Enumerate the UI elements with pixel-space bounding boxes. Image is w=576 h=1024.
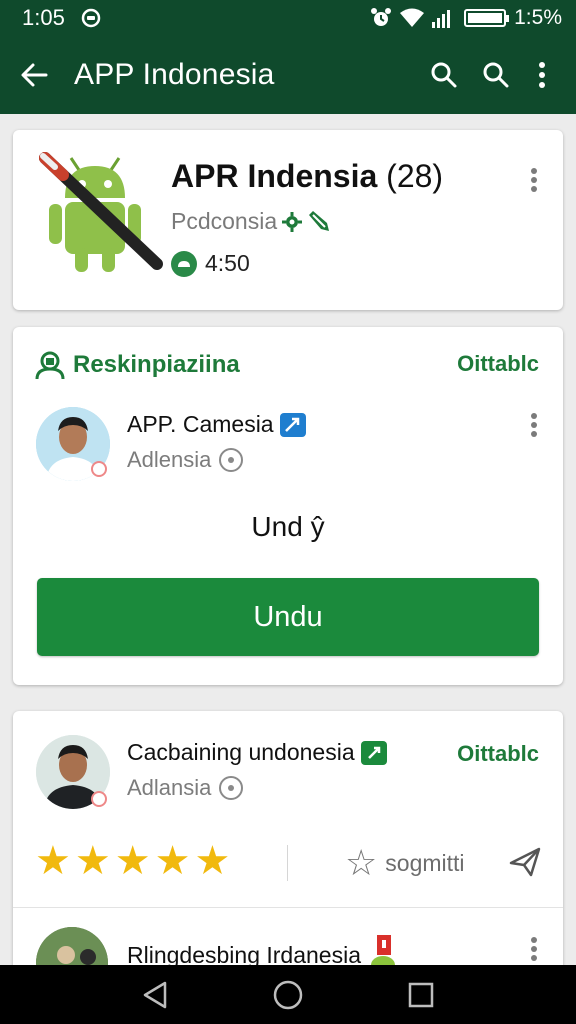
search-button[interactable] [418,51,470,99]
page-title: APP Indonesia [74,58,275,91]
send-icon [509,847,541,877]
signal-icon [432,8,454,28]
star-icon[interactable]: ★ [155,841,191,881]
reviewer-status[interactable]: Oittablc [457,741,539,767]
avatar-badge-icon [91,791,107,807]
app-info-card[interactable]: APR Indensia (28) Pcdconsia 4:50 [13,130,563,310]
star-icon[interactable]: ★ [75,841,111,881]
pen-icon [309,210,330,231]
uploader-menu-button[interactable] [522,409,546,441]
app-bar: APP Indonesia [0,36,576,114]
lock-person-icon [35,351,65,380]
wifi-icon [400,8,425,28]
alarm-icon [370,7,392,29]
star-outline-icon: ☆ [345,842,378,883]
review-card: Cacbaining undonesia Oittablc Adlansia ★… [13,711,563,999]
nav-recents-icon[interactable] [407,981,435,1009]
divider [13,907,563,908]
system-nav-bar [0,965,576,1024]
status-bar: 1:05 1:5% [0,0,576,36]
gear-icon [219,448,244,472]
reviewer-name-text: Cacbaining undonesia [127,739,355,765]
uploader-name[interactable]: APP. Camesia [127,411,306,438]
app-duration: 4:50 [171,250,250,277]
overflow-menu-button[interactable] [522,51,562,99]
verified-icon [279,412,306,437]
search-icon [483,62,509,88]
download-section-card: Reskinpiaziina Oittablc APP. Camesia Adl… [13,327,563,685]
uploader-name-text: APP. Camesia [127,411,274,437]
status-time: 1:05 [22,5,65,30]
time-badge-icon [171,250,197,277]
duration-text: 4:50 [205,250,250,276]
uploader-subtitle: Adlensia [127,447,244,473]
app-name: APR Indensia (28) [171,158,443,195]
reviewer-subtitle: Adlansia [127,775,244,801]
reviewer-subtitle-text: Adlansia [127,775,212,800]
star-icon[interactable]: ★ [35,841,71,881]
nav-home-icon[interactable] [272,979,304,1011]
search-button-secondary[interactable] [470,51,522,99]
settings-badge-icon [282,211,303,232]
back-button[interactable] [14,55,54,95]
android-app-logo-icon [39,152,163,272]
arrow-back-icon [21,63,48,87]
search-icon [431,62,457,88]
download-status-text: Und ŷ [251,511,325,542]
nav-back-icon[interactable] [141,980,169,1010]
next-reviewer-menu-button[interactable] [522,933,546,965]
uploader-subtitle-text: Adlensia [127,447,212,472]
suggest-button[interactable]: ☆ sogmitti [345,845,465,881]
app-card-menu-button[interactable] [522,164,546,196]
gear-icon [219,776,244,800]
section-heading-text: Reskinpiaziina [73,351,240,378]
publisher-name: Pcdconsia [171,208,278,234]
battery-icon [464,9,510,27]
star-icon[interactable]: ★ [194,841,230,881]
star-rating[interactable]: ★ ★ ★ ★ ★ [35,841,230,881]
app-count: (28) [386,158,444,194]
download-button[interactable]: Undu [37,578,539,656]
reviewer-name[interactable]: Cacbaining undonesia [127,739,387,766]
notification-icon [81,8,101,28]
star-icon[interactable]: ★ [115,841,151,881]
section-heading: Reskinpiaziina [33,349,240,381]
verified-check-icon [360,740,387,765]
app-publisher[interactable]: Pcdconsia [171,208,333,235]
battery-text: 1:5% [514,6,562,29]
divider [287,845,288,881]
more-vertical-icon [539,62,545,88]
section-status[interactable]: Oittablc [457,351,539,377]
avatar-badge-icon [91,461,107,477]
suggest-label: sogmitti [385,849,465,876]
share-button[interactable] [509,847,541,882]
app-name-text: APR Indensia [171,158,378,194]
